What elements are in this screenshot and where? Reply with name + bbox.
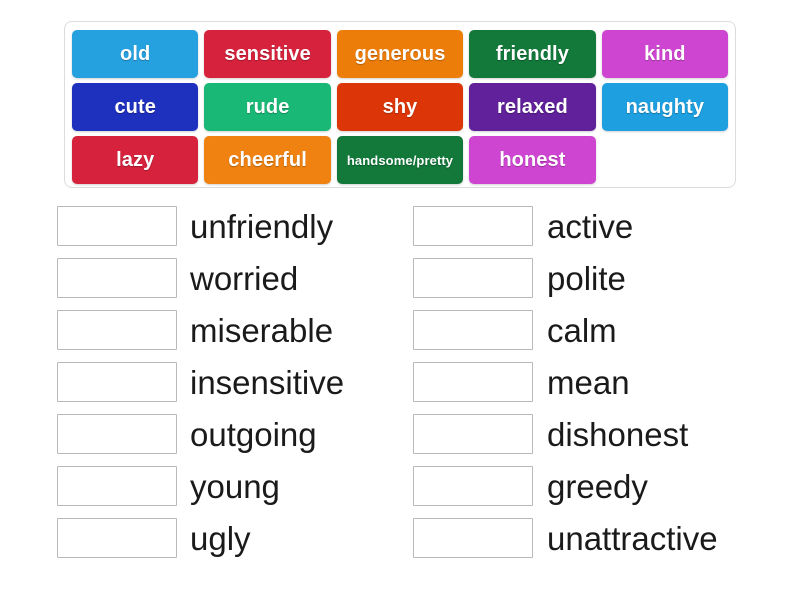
answer-row: polite (400, 252, 800, 304)
answer-row: worried (0, 252, 400, 304)
answer-label-polite: polite (547, 259, 626, 297)
drop-box-miserable[interactable] (57, 310, 177, 350)
drop-box-young[interactable] (57, 466, 177, 506)
answer-row: mean (400, 356, 800, 408)
word-tile-lazy[interactable]: lazy (72, 136, 199, 184)
word-tile-cute[interactable]: cute (72, 83, 199, 131)
answers-right-column: active polite calm mean dishonest greedy (400, 200, 800, 564)
answers-left-column: unfriendly worried miserable insensitive… (0, 200, 400, 564)
drop-box-outgoing[interactable] (57, 414, 177, 454)
word-tile-handsome-pretty[interactable]: handsome/pretty (336, 136, 464, 184)
answer-label-greedy: greedy (547, 467, 648, 505)
answer-label-dishonest: dishonest (547, 415, 689, 453)
word-tile-cheerful[interactable]: cheerful (204, 136, 331, 184)
drop-box-calm[interactable] (413, 310, 533, 350)
word-bank-row: lazy cheerful handsome/pretty honest (72, 136, 728, 184)
matching-exercise-page: old sensitive generous friendly kind cut… (0, 0, 800, 600)
drop-box-insensitive[interactable] (57, 362, 177, 402)
drop-box-polite[interactable] (413, 258, 533, 298)
answer-label-worried: worried (190, 259, 299, 297)
drop-box-dishonest[interactable] (413, 414, 533, 454)
answer-label-calm: calm (547, 311, 617, 349)
answer-label-insensitive: insensitive (190, 363, 345, 401)
answer-label-active: active (547, 207, 634, 245)
answers-area: unfriendly worried miserable insensitive… (0, 200, 800, 564)
word-tile-honest[interactable]: honest (469, 136, 596, 184)
drop-box-worried[interactable] (57, 258, 177, 298)
drop-box-unfriendly[interactable] (57, 206, 177, 246)
answer-row: greedy (400, 460, 800, 512)
word-tile-friendly[interactable]: friendly (469, 30, 596, 78)
answer-row: ugly (0, 512, 400, 564)
drop-box-unattractive[interactable] (413, 518, 533, 558)
answer-row: calm (400, 304, 800, 356)
answer-row: dishonest (400, 408, 800, 460)
drop-box-greedy[interactable] (413, 466, 533, 506)
word-tile-naughty[interactable]: naughty (601, 83, 729, 131)
answer-row: active (400, 200, 800, 252)
word-tile-shy[interactable]: shy (336, 83, 464, 131)
answer-label-outgoing: outgoing (190, 415, 317, 453)
drop-box-active[interactable] (413, 206, 533, 246)
word-tile-relaxed[interactable]: relaxed (469, 83, 596, 131)
word-bank-row: cute rude shy relaxed naughty (72, 83, 729, 131)
answer-row: insensitive (0, 356, 400, 408)
answer-row: miserable (0, 304, 400, 356)
answer-row: unattractive (400, 512, 800, 564)
word-tile-rude[interactable]: rude (204, 83, 331, 131)
answer-row: unfriendly (0, 200, 400, 252)
word-tile-sensitive[interactable]: sensitive (204, 30, 331, 78)
word-bank-row: old sensitive generous friendly kind (72, 30, 729, 78)
answer-row: young (0, 460, 400, 512)
answer-label-young: young (190, 467, 280, 505)
answer-label-ugly: ugly (190, 519, 251, 557)
word-tile-old[interactable]: old (72, 30, 199, 78)
answer-row: outgoing (0, 408, 400, 460)
drop-box-ugly[interactable] (57, 518, 177, 558)
answer-label-mean: mean (547, 363, 630, 401)
answer-label-unattractive: unattractive (547, 519, 718, 557)
word-bank-container: old sensitive generous friendly kind cut… (64, 21, 736, 188)
answer-label-miserable: miserable (190, 311, 334, 349)
answer-label-unfriendly: unfriendly (190, 207, 334, 245)
drop-box-mean[interactable] (413, 362, 533, 402)
word-tile-empty-slot (602, 136, 728, 184)
word-tile-generous[interactable]: generous (336, 30, 464, 78)
word-tile-kind[interactable]: kind (601, 30, 729, 78)
